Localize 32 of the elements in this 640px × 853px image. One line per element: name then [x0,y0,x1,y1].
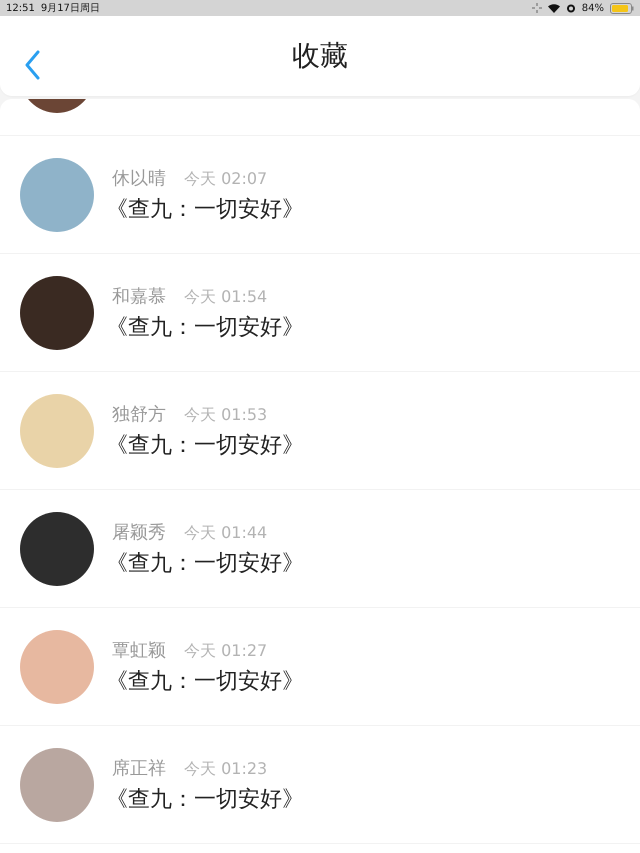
book-title: 《查九：一切安好》 [106,550,304,578]
timestamp: 今天 02:07 [184,168,268,190]
timestamp: 今天 01:27 [184,640,268,662]
user-name: 覃虹颖 [112,638,166,662]
book-title: 《查九：一切安好》 [106,432,304,460]
status-time: 12:51 [6,2,35,14]
book-title: 《查九：一切安好》 [106,314,304,342]
book-title: 《查九：一切安好》 [106,786,304,814]
favorite-item[interactable]: 覃虹颖 今天 01:27 《查九：一切安好》 [0,608,640,726]
user-name: 席正祥 [112,756,166,780]
favorite-item[interactable]: 独舒方 今天 01:53 《查九：一切安好》 [0,372,640,490]
user-name: 独舒方 [112,402,166,426]
book-title: 《查九：一切安好》 [106,668,304,696]
favorite-item[interactable]: 席正祥 今天 01:23 《查九：一切安好》 [0,726,640,844]
favorite-item[interactable]: 休以晴 今天 02:07 《查九：一切安好》 [0,136,640,254]
favorite-item[interactable]: 和嘉慕 今天 01:54 《查九：一切安好》 [0,254,640,372]
timestamp: 今天 01:44 [184,522,268,544]
user-name: 和嘉慕 [112,284,166,308]
user-name: 屠颖秀 [112,520,166,544]
timestamp: 今天 01:54 [184,286,268,308]
page-title: 收藏 [292,38,348,74]
chevron-left-icon [24,50,40,80]
favorite-item[interactable]: 屠颖秀 今天 01:44 《查九：一切安好》 [0,490,640,608]
battery-icon [610,2,634,14]
book-title: 《查九：一切安好》 [106,196,304,224]
timestamp: 今天 01:53 [184,404,268,426]
wifi-icon [548,4,560,12]
battery-percent: 84% [582,2,604,14]
back-button[interactable] [24,50,40,80]
timestamp: 今天 01:23 [184,758,268,780]
user-name: 休以晴 [112,166,166,190]
status-date: 9月17日周日 [40,2,100,15]
